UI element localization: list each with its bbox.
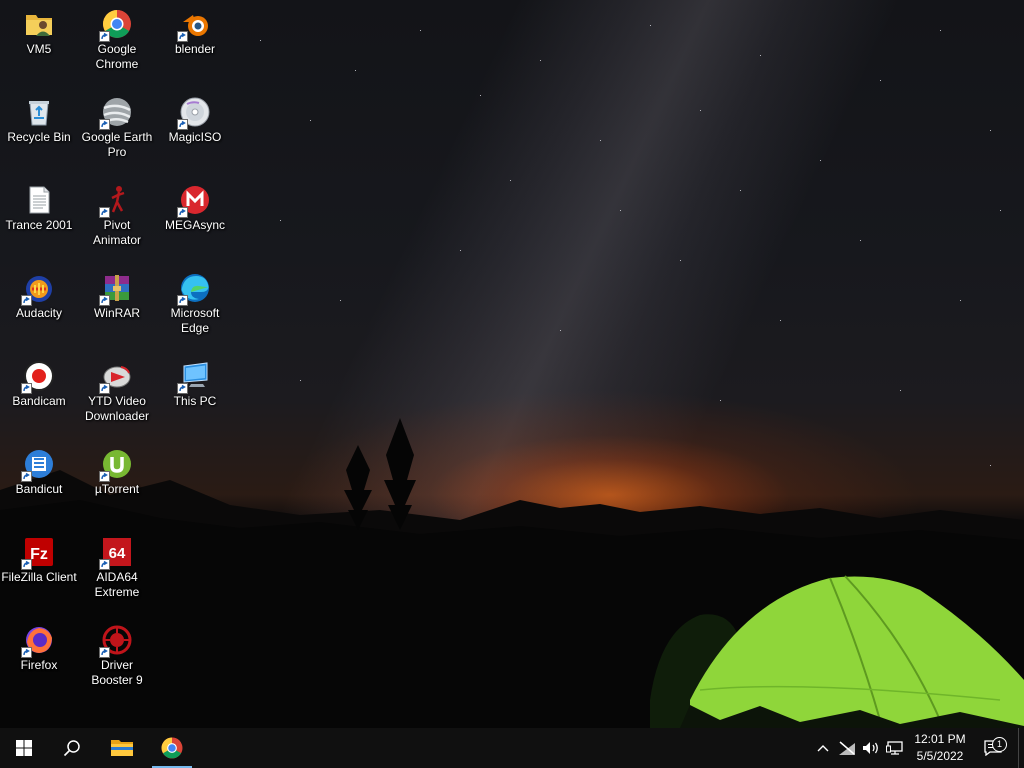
notification-count-badge: 1 bbox=[992, 737, 1007, 752]
network-disconnected-icon bbox=[839, 741, 855, 755]
shortcut-arrow-icon bbox=[99, 295, 110, 306]
icon-label: MEGAsync bbox=[164, 218, 225, 232]
shortcut-arrow-icon bbox=[177, 383, 188, 394]
shortcut-arrow-icon bbox=[177, 295, 188, 306]
text-document-icon bbox=[29, 186, 50, 214]
shortcut-arrow-icon bbox=[99, 31, 110, 42]
icon-label: Trance 2001 bbox=[5, 218, 73, 232]
show-hidden-icons-button[interactable] bbox=[812, 728, 834, 768]
shortcut-arrow-icon bbox=[21, 647, 32, 658]
icon-label: Driver Booster 9 bbox=[91, 658, 143, 687]
shortcut-arrow-icon bbox=[177, 119, 188, 130]
chrome-icon bbox=[161, 737, 183, 759]
clock-time: 12:01 PM bbox=[914, 732, 966, 746]
desktop-icon-pivot-animator[interactable]: Pivot Animator bbox=[79, 180, 155, 264]
file-explorer-icon bbox=[111, 740, 133, 756]
desktop-icon-microsoft-edge[interactable]: Microsoft Edge bbox=[157, 268, 233, 352]
desktop-icon-recycle-bin[interactable]: Recycle Bin bbox=[1, 92, 77, 176]
folder-user-icon bbox=[26, 15, 52, 36]
shortcut-arrow-icon bbox=[99, 647, 110, 658]
search-button[interactable] bbox=[48, 728, 96, 768]
taskbar-chrome[interactable] bbox=[148, 728, 196, 768]
recycle-bin-icon bbox=[29, 101, 49, 126]
desktop-icon-ytd-video-downloader[interactable]: YTD Video Downloader bbox=[79, 356, 155, 440]
icon-label: MagicISO bbox=[168, 130, 222, 144]
shortcut-arrow-icon bbox=[21, 383, 32, 394]
icon-label: AIDA64 Extreme bbox=[94, 570, 140, 599]
desktop-icon-trance-2001[interactable]: Trance 2001 bbox=[1, 180, 77, 264]
desktop-icon-google-chrome[interactable]: Google Chrome bbox=[79, 4, 155, 88]
display-tray-button[interactable] bbox=[884, 728, 906, 768]
icon-label: VM5 bbox=[26, 42, 52, 56]
desktop-icon-bandicam[interactable]: Bandicam bbox=[1, 356, 77, 440]
network-tray-button[interactable] bbox=[836, 728, 858, 768]
shortcut-arrow-icon bbox=[21, 471, 32, 482]
icon-label: µTorrent bbox=[94, 482, 140, 496]
shortcut-arrow-icon bbox=[177, 31, 188, 42]
icon-label: Google Chrome bbox=[95, 42, 139, 71]
desktop-icon-filezilla[interactable]: Fz FileZilla Client bbox=[1, 532, 77, 616]
shortcut-arrow-icon bbox=[21, 559, 32, 570]
volume-icon bbox=[863, 742, 878, 754]
shortcut-arrow-icon bbox=[99, 119, 110, 130]
icon-label: Audacity bbox=[15, 306, 63, 320]
icon-label: Google Earth Pro bbox=[81, 130, 153, 159]
desktop-icon-aida64[interactable]: 64 AIDA64 Extreme bbox=[79, 532, 155, 616]
icon-label: Pivot Animator bbox=[92, 218, 142, 247]
action-center-button[interactable]: 1 bbox=[978, 728, 1008, 768]
icon-label: This PC bbox=[173, 394, 217, 408]
volume-tray-button[interactable] bbox=[860, 728, 882, 768]
icon-label: Recycle Bin bbox=[7, 130, 71, 144]
desktop-icon-magiciso[interactable]: MagicISO bbox=[157, 92, 233, 176]
desktop-icon-utorrent[interactable]: µTorrent bbox=[79, 444, 155, 528]
svg-text:Fz: Fz bbox=[30, 546, 48, 563]
clock-date: 5/5/2022 bbox=[916, 749, 964, 763]
taskbar-file-explorer[interactable] bbox=[98, 728, 146, 768]
taskbar: 12:01 PM 5/5/2022 1 bbox=[0, 728, 1024, 768]
desktop-wallpaper: VM5 Recycle Bin Trance 2001 Audacity Ban… bbox=[0, 0, 1024, 728]
icon-label: Microsoft Edge bbox=[170, 306, 220, 335]
desktop-icon-winrar[interactable]: WinRAR bbox=[79, 268, 155, 352]
display-icon bbox=[886, 741, 903, 755]
windows-start-icon bbox=[16, 740, 32, 756]
desktop-icon-audacity[interactable]: Audacity bbox=[1, 268, 77, 352]
desktop-icon-megasync[interactable]: MEGAsync bbox=[157, 180, 233, 264]
icon-label: Bandicam bbox=[12, 394, 66, 408]
shortcut-arrow-icon bbox=[99, 559, 110, 570]
start-button[interactable] bbox=[0, 728, 48, 768]
desktop-icon-firefox[interactable]: Firefox bbox=[1, 620, 77, 704]
shortcut-arrow-icon bbox=[99, 383, 110, 394]
shortcut-arrow-icon bbox=[99, 471, 110, 482]
icon-label: YTD Video Downloader bbox=[84, 394, 150, 423]
icon-label: Bandicut bbox=[15, 482, 63, 496]
desktop-icon-google-earth-pro[interactable]: Google Earth Pro bbox=[79, 92, 155, 176]
chevron-up-icon bbox=[817, 745, 829, 752]
show-desktop-button[interactable] bbox=[1018, 728, 1024, 768]
shortcut-arrow-icon bbox=[177, 207, 188, 218]
desktop-icon-vm5[interactable]: VM5 bbox=[1, 4, 77, 88]
shortcut-arrow-icon bbox=[99, 207, 110, 218]
desktop-icon-blender[interactable]: blender bbox=[157, 4, 233, 88]
icon-label: blender bbox=[174, 42, 216, 56]
svg-text:64: 64 bbox=[109, 545, 126, 562]
taskbar-clock[interactable]: 12:01 PM 5/5/2022 bbox=[908, 731, 972, 765]
shortcut-arrow-icon bbox=[21, 295, 32, 306]
icon-label: Firefox bbox=[20, 658, 58, 672]
icon-label: WinRAR bbox=[93, 306, 140, 320]
desktop-icon-bandicut[interactable]: Bandicut bbox=[1, 444, 77, 528]
desktop-icon-driver-booster[interactable]: Driver Booster 9 bbox=[79, 620, 155, 704]
search-icon bbox=[63, 740, 80, 757]
icon-label: FileZilla Client bbox=[1, 570, 77, 584]
desktop-icon-this-pc[interactable]: This PC bbox=[157, 356, 233, 440]
